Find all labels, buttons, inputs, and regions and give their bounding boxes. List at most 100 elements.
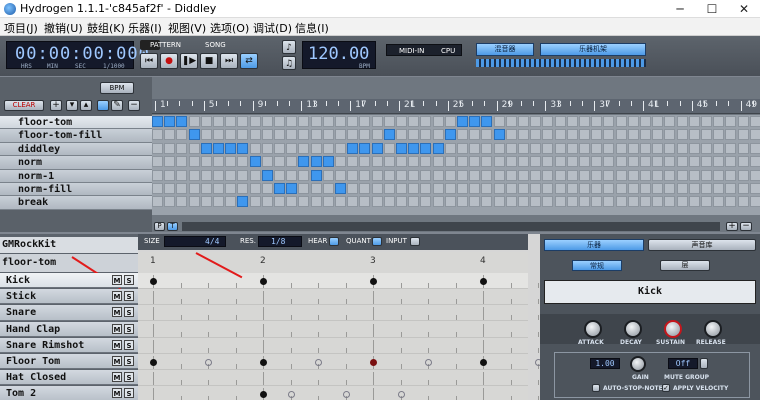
song-grid-cell[interactable] — [176, 196, 188, 208]
song-grid-cell[interactable] — [359, 183, 371, 194]
song-grid-cell[interactable] — [444, 116, 456, 127]
drum-note[interactable] — [260, 359, 267, 366]
song-grid-cell[interactable] — [371, 142, 383, 154]
song-grid-cell[interactable] — [200, 116, 212, 127]
song-grid-cell[interactable] — [152, 142, 163, 154]
song-grid-cell[interactable] — [603, 196, 615, 208]
song-grid-cell[interactable] — [518, 156, 529, 168]
song-grid-cell[interactable] — [225, 142, 237, 154]
song-grid-cell[interactable] — [322, 116, 334, 127]
song-grid-cell[interactable] — [335, 116, 346, 127]
song-grid-cell[interactable] — [505, 116, 517, 127]
song-grid-cell[interactable] — [310, 156, 322, 168]
song-grid-cell[interactable] — [432, 129, 444, 141]
song-grid-cell[interactable] — [640, 169, 651, 181]
song-grid-cell[interactable] — [664, 196, 676, 208]
song-grid-cell[interactable] — [701, 196, 712, 208]
song-grid-cell[interactable] — [676, 156, 688, 168]
song-grid-cell[interactable] — [444, 142, 456, 154]
song-grid-cell[interactable] — [652, 169, 664, 181]
song-grid-cell[interactable] — [725, 129, 737, 141]
song-grid-cell[interactable] — [432, 142, 444, 154]
song-grid-cell[interactable] — [627, 116, 639, 127]
song-grid-cell[interactable] — [542, 169, 554, 181]
song-grid-cell[interactable] — [176, 142, 188, 154]
song-grid-cell[interactable] — [579, 196, 590, 208]
song-grid-cell[interactable] — [493, 116, 505, 127]
input-toggle[interactable] — [410, 237, 420, 246]
song-grid-cell[interactable] — [518, 129, 529, 141]
song-grid-cell[interactable] — [152, 116, 163, 127]
song-grid-cell[interactable] — [188, 169, 200, 181]
song-grid-cell[interactable] — [408, 116, 420, 127]
song-grid-cell[interactable] — [249, 183, 261, 194]
song-grid-cell[interactable] — [676, 196, 688, 208]
drum-pattern-grid[interactable]: 1 2 3 4 — [138, 252, 567, 400]
song-grid-cell[interactable] — [444, 169, 456, 181]
song-grid-cell[interactable] — [225, 196, 237, 208]
song-grid-cell[interactable] — [298, 156, 310, 168]
song-grid-cell[interactable] — [603, 116, 615, 127]
song-grid-cell[interactable] — [286, 196, 298, 208]
song-grid-cell[interactable] — [261, 129, 273, 141]
song-grid-cell[interactable] — [652, 116, 664, 127]
song-grid-cell[interactable] — [176, 129, 188, 141]
song-grid-cell[interactable] — [481, 156, 493, 168]
song-grid-cell[interactable] — [383, 156, 395, 168]
song-grid-cell[interactable] — [420, 169, 432, 181]
song-grid-cell[interactable] — [493, 142, 505, 154]
menu-project[interactable]: 项目(J) — [4, 20, 38, 36]
song-grid-cell[interactable] — [200, 196, 212, 208]
song-grid-cell[interactable] — [676, 183, 688, 194]
song-grid-cell[interactable] — [603, 169, 615, 181]
song-grid-cell[interactable] — [688, 196, 700, 208]
song-grid-cell[interactable] — [542, 196, 554, 208]
song-grid-cell[interactable] — [591, 196, 603, 208]
song-grid-cell[interactable] — [457, 156, 468, 168]
draw-mode-button[interactable]: ✎ — [111, 100, 123, 111]
decay-knob[interactable] — [624, 320, 642, 338]
song-grid-cell[interactable] — [749, 116, 760, 127]
song-grid-cell[interactable] — [249, 116, 261, 127]
pattern-row[interactable]: norm-fill — [0, 183, 152, 197]
song-grid-cell[interactable] — [688, 156, 700, 168]
song-grid-cell[interactable] — [469, 196, 481, 208]
song-grid-cell[interactable] — [554, 196, 566, 208]
song-grid-cell[interactable] — [286, 183, 298, 194]
drum-note[interactable] — [342, 391, 350, 399]
song-grid-cell[interactable] — [579, 169, 590, 181]
song-grid-cell[interactable] — [481, 116, 493, 127]
song-grid-cell[interactable] — [322, 142, 334, 154]
instrument-mute-button[interactable]: M — [112, 339, 122, 350]
song-grid-cell[interactable] — [322, 183, 334, 194]
song-grid-cell[interactable] — [164, 169, 176, 181]
song-grid-cell[interactable] — [481, 129, 493, 141]
song-pattern-grid[interactable] — [152, 115, 760, 215]
song-grid-cell[interactable] — [493, 129, 505, 141]
song-grid-cell[interactable] — [652, 129, 664, 141]
clear-button[interactable]: CLEAR — [4, 100, 44, 111]
zoom-in-button[interactable]: + — [726, 222, 738, 231]
loop-button[interactable]: ⇄ — [240, 53, 258, 69]
song-grid-cell[interactable] — [298, 196, 310, 208]
pattern-grid-row[interactable] — [138, 273, 567, 289]
song-grid-cell[interactable] — [249, 196, 261, 208]
song-grid-cell[interactable] — [396, 129, 407, 141]
instrument-row[interactable]: Floor Tom M S — [0, 354, 138, 370]
instrument-row[interactable]: Hand Clap M S — [0, 321, 138, 337]
instrument-row[interactable]: Stick M S — [0, 289, 138, 305]
instrument-mute-button[interactable]: M — [112, 372, 122, 383]
song-grid-cell[interactable] — [371, 129, 383, 141]
song-grid-cell[interactable] — [652, 156, 664, 168]
song-grid-cell[interactable] — [420, 183, 432, 194]
song-grid-cell[interactable] — [481, 142, 493, 154]
drum-note[interactable] — [205, 359, 212, 366]
song-grid-cell[interactable] — [688, 169, 700, 181]
song-grid-cell[interactable] — [615, 169, 627, 181]
song-grid-cell[interactable] — [188, 129, 200, 141]
song-grid-cell[interactable] — [200, 142, 212, 154]
song-grid-cell[interactable] — [261, 156, 273, 168]
instrument-solo-button[interactable]: S — [124, 323, 134, 334]
song-grid-cell[interactable] — [566, 116, 578, 127]
song-bpm-button[interactable]: BPM — [100, 82, 134, 94]
